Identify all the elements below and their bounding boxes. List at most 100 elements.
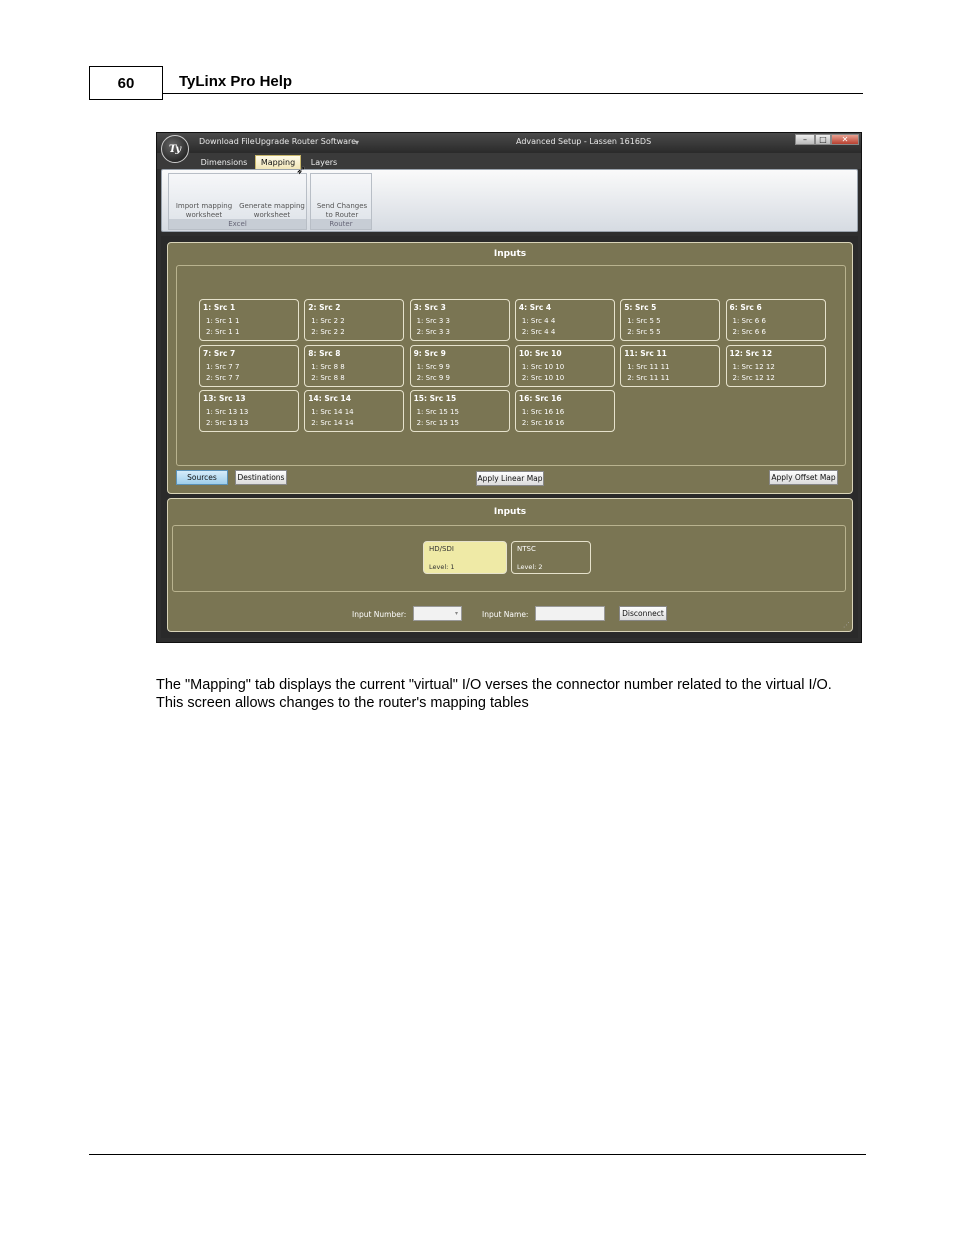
input-card-level-line: 2: Src 15 15 (416, 419, 459, 428)
input-card[interactable]: 9: Src 9 1: Src 9 9 2: Src 9 9 (409, 344, 510, 387)
input-card-level-line: 2: Src 10 10 (521, 373, 565, 382)
ribbon-tabs: Dimensions Mapping Layers (157, 153, 861, 169)
inputs-card-area: 1: Src 1 1: Src 1 1 2: Src 1 1 2: Src 2 1: S… (176, 265, 846, 466)
tab-mapping[interactable]: Mapping (255, 155, 301, 169)
import-mapping-worksheet-button[interactable]: Import mapping worksheet (171, 202, 237, 220)
input-card[interactable]: 12: Src 12 1: Src 12 12 2: Src 12 12 (725, 344, 826, 387)
input-card-level-line: 1: Src 16 16 (521, 408, 565, 417)
input-card[interactable]: 7: Src 7 1: Src 7 7 2: Src 7 7 (199, 344, 299, 387)
window-title: Advanced Setup - Lassen 1616DS (516, 137, 652, 146)
input-card-level-line: 1: Src 1 1 (206, 317, 240, 325)
footer-rule (89, 1154, 866, 1155)
levels-area (172, 525, 846, 592)
level-card-ntsc[interactable]: NTSC Level: 2 (511, 541, 591, 574)
input-card-level-line: 1: Src 10 10 (521, 362, 565, 371)
input-card[interactable]: 4: Src 4 1: Src 4 4 2: Src 4 4 (514, 299, 615, 341)
input-card-level-line: 1: Src 6 6 (732, 317, 766, 325)
resize-grip-icon[interactable]: ⋰ (843, 621, 850, 629)
tab-layers[interactable]: Layers (305, 155, 343, 169)
workspace: Inputs 1: Src 1 1: Src 1 1 2: Src 1 1 2: Sr… (161, 236, 858, 638)
level-card-hd-sdi[interactable]: HD/SDI Level: 1 (423, 541, 507, 574)
input-card[interactable]: 11: Src 11 1: Src 11 11 2: Src 11 11 (620, 344, 721, 387)
input-card-name: 16: Src 16 (518, 394, 562, 404)
qat-dropdown-icon[interactable]: ▾ (355, 138, 359, 147)
excel-group-label: Excel (169, 219, 306, 229)
input-card-level-line: 2: Src 9 9 (416, 373, 451, 382)
destinations-button[interactable]: Destinations (235, 470, 287, 485)
input-card[interactable]: 8: Src 8 1: Src 8 8 2: Src 8 8 (304, 344, 405, 387)
excel-group: Import mapping worksheet Generate mappin… (168, 173, 307, 230)
close-button[interactable]: ✕ (831, 134, 859, 145)
input-card-level-line: 1: Src 13 13 (206, 408, 249, 417)
maximize-button[interactable]: □ (815, 134, 831, 145)
input-number-dropdown[interactable]: ▾ (413, 606, 462, 621)
paragraph: The "Mapping" tab displays the current "… (156, 677, 832, 693)
input-card[interactable]: 10: Src 10 1: Src 10 10 2: Src 10 10 (514, 344, 615, 387)
input-card-name: 15: Src 15 (413, 394, 457, 404)
input-card-name: 12: Src 12 (729, 348, 773, 358)
input-card-level-line: 2: Src 13 13 (206, 419, 249, 428)
input-card[interactable]: 14: Src 14 1: Src 14 14 2: Src 14 14 (304, 390, 405, 433)
input-card-level-line: 2: Src 3 3 (416, 328, 451, 336)
document-title: TyLinx Pro Help (179, 73, 293, 90)
input-card-level-line: 2: Src 14 14 (311, 419, 354, 428)
input-number-label: Input Number: (352, 610, 407, 619)
input-card-name: 14: Src 14 (308, 394, 351, 404)
apply-offset-map-button[interactable]: Apply Offset Map (769, 470, 838, 485)
paragraph: This screen allows changes to the router… (156, 694, 529, 711)
input-card-level-line: 1: Src 14 14 (311, 408, 354, 417)
input-card-name: 10: Src 10 (518, 348, 562, 358)
input-card-name: 13: Src 13 (203, 394, 246, 404)
input-card-level-line: 1: Src 9 9 (416, 362, 451, 371)
input-card[interactable]: 2: Src 2 1: Src 2 2 2: Src 2 2 (304, 299, 405, 341)
sources-button[interactable]: Sources (176, 470, 228, 485)
input-card-name: 3: Src 3 (413, 303, 446, 312)
input-card-level-line: 2: Src 6 6 (732, 328, 766, 336)
app-menu-orb[interactable]: Ty (161, 135, 189, 163)
inputs-levels-panel: Inputs HD/SDI Level: 1 NTSC Level: 2 Inp… (167, 498, 853, 632)
input-card-level-line: 2: Src 8 8 (311, 373, 345, 382)
tab-dimensions[interactable]: Dimensions (195, 155, 253, 169)
input-card-level-line: 1: Src 4 4 (521, 317, 556, 325)
input-card-level-line: 1: Src 3 3 (416, 317, 451, 325)
input-card-level-line: 1: Src 2 2 (311, 317, 345, 325)
upgrade-router-software-button[interactable]: Upgrade Router Software (255, 137, 356, 146)
generate-mapping-worksheet-button[interactable]: Generate mapping worksheet (237, 202, 307, 220)
input-card-name: 11: Src 11 (624, 348, 667, 358)
header-rule (163, 93, 863, 94)
input-card[interactable]: 1: Src 1 1: Src 1 1 2: Src 1 1 (199, 299, 299, 341)
input-card-name: 2: Src 2 (308, 303, 341, 312)
download-file-button[interactable]: Download File (199, 137, 255, 146)
input-card-level-line: 1: Src 12 12 (732, 362, 775, 371)
input-card-level-line: 1: Src 8 8 (311, 362, 345, 371)
minimize-button[interactable]: – (795, 134, 815, 145)
send-changes-to-router-button[interactable]: Send Changes to Router (313, 202, 371, 220)
input-card-level-line: 2: Src 4 4 (521, 328, 556, 336)
body-text: The "Mapping" tab displays the current "… (156, 677, 862, 712)
input-card-name: 9: Src 9 (413, 348, 446, 358)
input-card-level-line: 2: Src 2 2 (311, 328, 345, 336)
input-card-name: 7: Src 7 (203, 348, 236, 358)
input-card[interactable]: 6: Src 6 1: Src 6 6 2: Src 6 6 (725, 299, 826, 341)
mouse-pointer-icon: ➶ (296, 163, 307, 177)
apply-linear-map-button[interactable]: Apply Linear Map (476, 471, 544, 486)
input-card[interactable]: 13: Src 13 1: Src 13 13 2: Src 13 13 (199, 390, 299, 433)
input-card-level-line: 1: Src 5 5 (627, 317, 661, 325)
input-name-label: Input Name: (482, 610, 529, 619)
input-card[interactable]: 15: Src 15 1: Src 15 15 2: Src 15 15 (409, 390, 510, 433)
input-card[interactable]: 16: Src 16 1: Src 16 16 2: Src 16 16 (514, 390, 615, 433)
disconnect-button[interactable]: Disconnect (619, 606, 667, 621)
input-name-field[interactable] (535, 606, 605, 621)
input-card[interactable]: 3: Src 3 1: Src 3 3 2: Src 3 3 (409, 299, 510, 341)
page-number: 60 (89, 66, 163, 100)
input-card-name: 8: Src 8 (308, 348, 341, 358)
input-card[interactable]: 5: Src 5 1: Src 5 5 2: Src 5 5 (620, 299, 721, 341)
router-group-label: Router (311, 219, 371, 229)
router-group: Send Changes to Router Router (310, 173, 372, 230)
input-card-level-line: 2: Src 5 5 (627, 328, 661, 336)
input-card-name: 4: Src 4 (518, 303, 552, 312)
input-card-name: 6: Src 6 (729, 303, 762, 312)
input-card-level-line: 2: Src 12 12 (732, 373, 775, 382)
input-card-level-line: 1: Src 11 11 (627, 362, 670, 371)
title-bar: Download File Upgrade Router Software ▾ … (157, 133, 861, 153)
